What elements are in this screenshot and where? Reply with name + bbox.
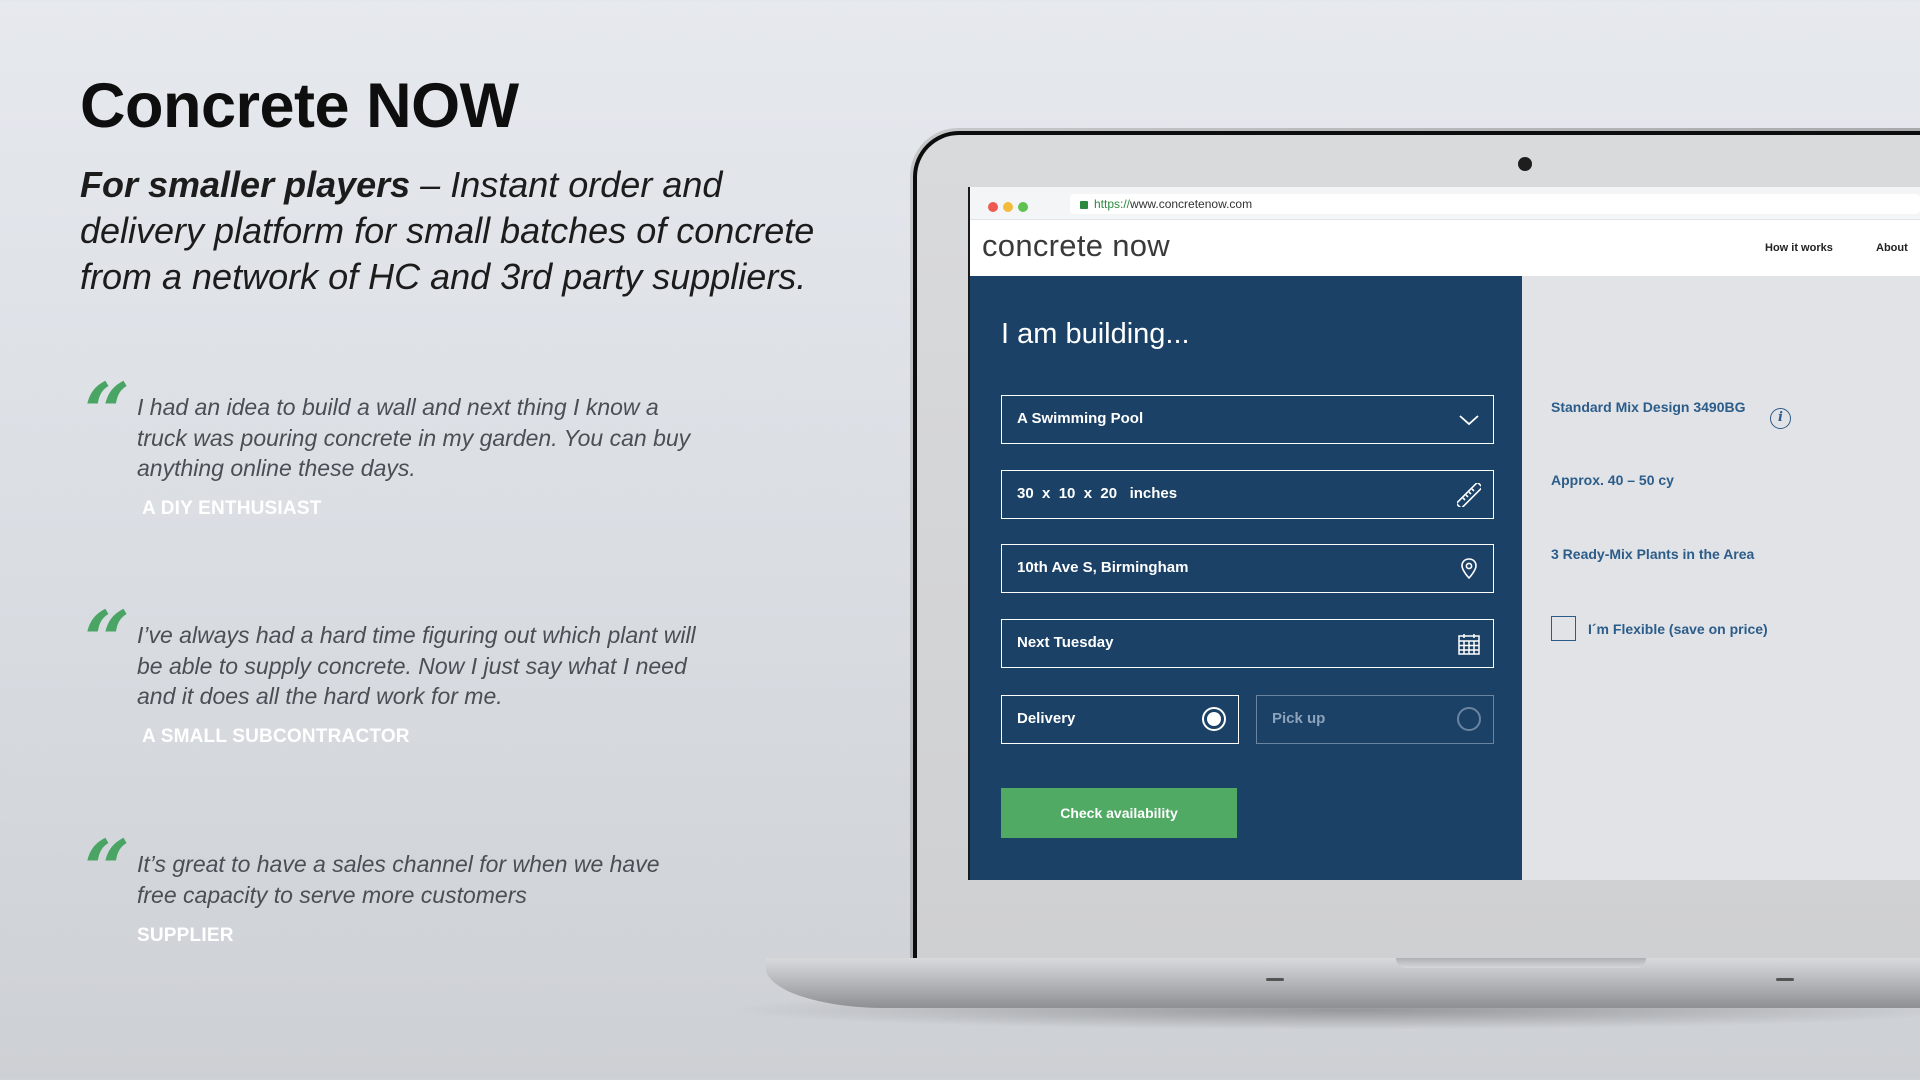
tagline-bold: For smaller players bbox=[80, 164, 411, 205]
nav-link-how-it-works[interactable]: How it works bbox=[1765, 242, 1833, 254]
laptop-foot bbox=[1776, 978, 1794, 981]
quote-mark-icon: “ bbox=[84, 822, 131, 916]
check-availability-button[interactable]: Check availability bbox=[1001, 788, 1237, 838]
date-value: Next Tuesday bbox=[1017, 634, 1114, 651]
delivery-radio[interactable]: Delivery bbox=[1001, 695, 1239, 744]
laptop-screen: https://www.concretenow.com concrete now… bbox=[968, 187, 1920, 880]
address-bar[interactable]: https://www.concretenow.com bbox=[1070, 194, 1920, 214]
minimize-window-icon[interactable] bbox=[1003, 202, 1013, 212]
camera-icon bbox=[1518, 157, 1532, 171]
pickup-label: Pick up bbox=[1272, 710, 1326, 727]
url-host: www.concretenow.com bbox=[1130, 197, 1253, 211]
browser-toolbar: https://www.concretenow.com bbox=[970, 187, 1920, 220]
quote-mark-icon: “ bbox=[84, 365, 131, 459]
maximize-window-icon[interactable] bbox=[1018, 202, 1028, 212]
testimonial-author: SUPPLIER bbox=[137, 925, 234, 946]
form-title: I am building... bbox=[1001, 318, 1190, 350]
info-icon[interactable]: i bbox=[1770, 408, 1791, 429]
calendar-icon bbox=[1458, 634, 1480, 655]
location-value: 10th Ave S, Birmingham bbox=[1017, 559, 1189, 576]
tagline: For smaller players – Instant order and … bbox=[80, 162, 820, 300]
radio-unselected-icon bbox=[1457, 707, 1481, 731]
testimonial-quote: I had an idea to build a wall and next t… bbox=[137, 394, 691, 481]
flexible-checkbox[interactable] bbox=[1551, 616, 1576, 641]
map-pin-icon bbox=[1461, 558, 1477, 580]
plants-text: 3 Ready-Mix Plants in the Area bbox=[1551, 546, 1755, 562]
laptop-base bbox=[766, 958, 1920, 1008]
url-protocol: https:// bbox=[1094, 197, 1131, 211]
close-window-icon[interactable] bbox=[988, 202, 998, 212]
project-type-value: A Swimming Pool bbox=[1017, 410, 1144, 427]
headline: Concrete NOW bbox=[80, 71, 519, 141]
site-header: concrete now How it works About bbox=[970, 220, 1920, 276]
laptop-notch bbox=[1396, 958, 1646, 968]
mix-design-text: Standard Mix Design 3490BG bbox=[1551, 399, 1746, 415]
nav-link-about[interactable]: About bbox=[1876, 242, 1908, 254]
dimensions-input[interactable]: 30 x 10 x 20 inches bbox=[1001, 470, 1494, 519]
testimonial-quote: I’ve always had a hard time figuring out… bbox=[137, 622, 696, 709]
order-form-panel: I am building... A Swimming Pool 30 x 10… bbox=[970, 276, 1522, 880]
delivery-label: Delivery bbox=[1017, 710, 1076, 727]
summary-panel: Standard Mix Design 3490BG i Approx. 40 … bbox=[1522, 276, 1920, 880]
testimonial-author: A SMALL SUBCONTRACTOR bbox=[142, 726, 410, 747]
laptop-foot bbox=[1266, 978, 1284, 981]
ruler-icon bbox=[1457, 483, 1481, 507]
date-input[interactable]: Next Tuesday bbox=[1001, 619, 1494, 668]
project-type-select[interactable]: A Swimming Pool bbox=[1001, 395, 1494, 444]
lock-icon bbox=[1080, 201, 1088, 209]
radio-selected-icon bbox=[1202, 707, 1226, 731]
site-logo[interactable]: concrete now bbox=[982, 228, 1170, 264]
pickup-radio[interactable]: Pick up bbox=[1256, 695, 1494, 744]
flexible-label[interactable]: I´m Flexible (save on price) bbox=[1588, 621, 1768, 637]
quote-mark-icon: “ bbox=[84, 593, 131, 687]
dimensions-value: 30 x 10 x 20 inches bbox=[1017, 485, 1178, 502]
volume-text: Approx. 40 – 50 cy bbox=[1551, 472, 1674, 488]
location-input[interactable]: 10th Ave S, Birmingham bbox=[1001, 544, 1494, 593]
testimonial-author: A DIY ENTHUSIAST bbox=[142, 498, 322, 519]
testimonial-quote: It’s great to have a sales channel for w… bbox=[137, 851, 660, 908]
chevron-down-icon bbox=[1459, 415, 1479, 426]
